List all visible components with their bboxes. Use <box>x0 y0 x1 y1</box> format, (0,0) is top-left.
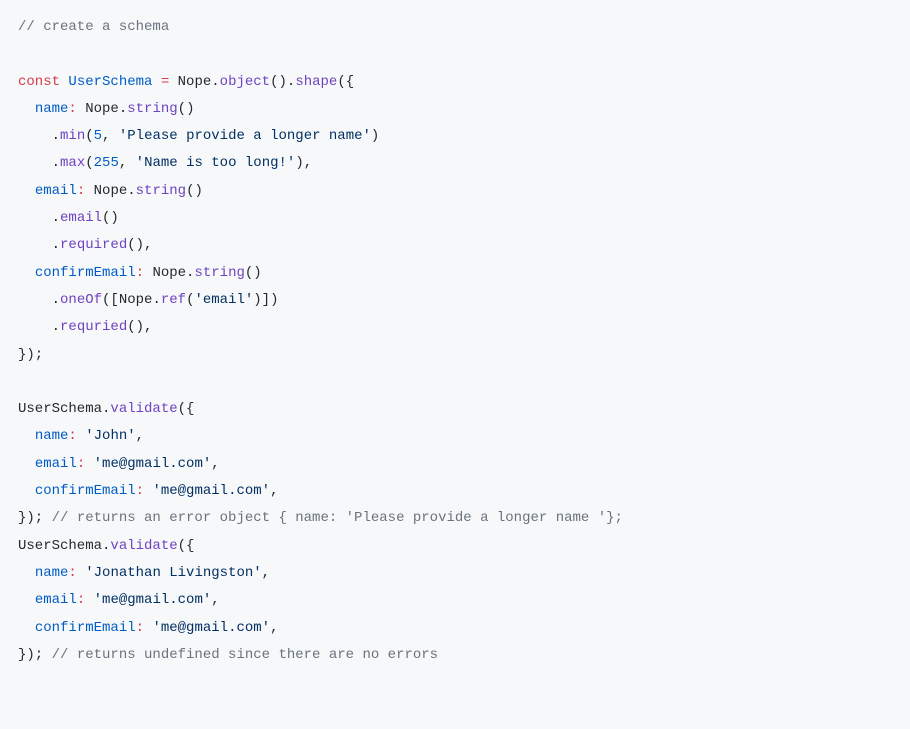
colon: : <box>136 265 144 281</box>
space <box>85 456 93 472</box>
punct: , <box>211 456 219 472</box>
code-block: // create a schema const UserSchema = No… <box>18 14 892 669</box>
punct: . <box>52 319 60 335</box>
punct: , <box>136 428 144 444</box>
punct: ), <box>295 155 312 171</box>
property: name <box>35 101 69 117</box>
punct: ( <box>85 155 93 171</box>
punct: ) <box>371 128 379 144</box>
string: 'Jonathan Livingston' <box>85 565 261 581</box>
punct: , <box>211 592 219 608</box>
identifier: UserSchema. <box>18 401 110 417</box>
punct: . <box>52 292 60 308</box>
punct: ([Nope. <box>102 292 161 308</box>
punct: ({ <box>178 538 195 554</box>
punct: () <box>178 101 195 117</box>
comment: // returns an error object { name: 'Plea… <box>52 510 623 526</box>
punct: , <box>262 565 270 581</box>
colon: : <box>77 456 85 472</box>
string: 'email' <box>194 292 253 308</box>
colon: : <box>136 483 144 499</box>
number: 5 <box>94 128 102 144</box>
property: confirmEmail <box>35 483 136 499</box>
string: 'me@gmail.com' <box>152 620 270 636</box>
method: ref <box>161 292 186 308</box>
string: 'Name is too long!' <box>136 155 296 171</box>
keyword-const: const <box>18 74 60 90</box>
space <box>85 592 93 608</box>
method: validate <box>110 538 177 554</box>
colon: : <box>77 592 85 608</box>
method: required <box>60 237 127 253</box>
property: confirmEmail <box>35 265 136 281</box>
punct: () <box>186 183 203 199</box>
punct: . <box>52 155 60 171</box>
comment: // create a schema <box>18 19 169 35</box>
colon: : <box>68 428 76 444</box>
punct: }); <box>18 647 52 663</box>
method: oneOf <box>60 292 102 308</box>
punct: (), <box>127 319 152 335</box>
punct: . <box>52 237 60 253</box>
punct: () <box>245 265 262 281</box>
method: string <box>194 265 244 281</box>
text: Nope. <box>85 183 135 199</box>
punct: )]) <box>253 292 278 308</box>
punct: . <box>52 210 60 226</box>
method: min <box>60 128 85 144</box>
property: name <box>35 428 69 444</box>
property: confirmEmail <box>35 620 136 636</box>
colon: : <box>136 620 144 636</box>
colon: : <box>77 183 85 199</box>
method: object <box>220 74 270 90</box>
string: 'Please provide a longer name' <box>119 128 371 144</box>
space <box>77 565 85 581</box>
operator: = <box>152 74 177 90</box>
string: 'me@gmail.com' <box>94 456 212 472</box>
method: max <box>60 155 85 171</box>
string: 'me@gmail.com' <box>94 592 212 608</box>
punct: }); <box>18 347 43 363</box>
punct: ({ <box>337 74 354 90</box>
punct: . <box>211 74 219 90</box>
punct: }); <box>18 510 52 526</box>
text: Nope. <box>144 265 194 281</box>
colon: : <box>68 565 76 581</box>
property: email <box>35 183 77 199</box>
space <box>77 428 85 444</box>
method: string <box>136 183 186 199</box>
punct: . <box>52 128 60 144</box>
punct: () <box>102 210 119 226</box>
comment: // returns undefined since there are no … <box>52 647 438 663</box>
identifier: Nope <box>178 74 212 90</box>
punct: , <box>119 155 136 171</box>
method: requried <box>60 319 127 335</box>
method: email <box>60 210 102 226</box>
punct: , <box>270 483 278 499</box>
string: 'John' <box>85 428 135 444</box>
property: name <box>35 565 69 581</box>
identifier: UserSchema. <box>18 538 110 554</box>
string: 'me@gmail.com' <box>152 483 270 499</box>
method: validate <box>110 401 177 417</box>
colon: : <box>68 101 76 117</box>
method: string <box>127 101 177 117</box>
property: email <box>35 592 77 608</box>
identifier: UserSchema <box>68 74 152 90</box>
punct: , <box>270 620 278 636</box>
punct: ({ <box>178 401 195 417</box>
punct: (), <box>127 237 152 253</box>
number: 255 <box>94 155 119 171</box>
punct: ( <box>85 128 93 144</box>
property: email <box>35 456 77 472</box>
method: shape <box>295 74 337 90</box>
punct: (). <box>270 74 295 90</box>
text: Nope. <box>77 101 127 117</box>
punct: , <box>102 128 119 144</box>
